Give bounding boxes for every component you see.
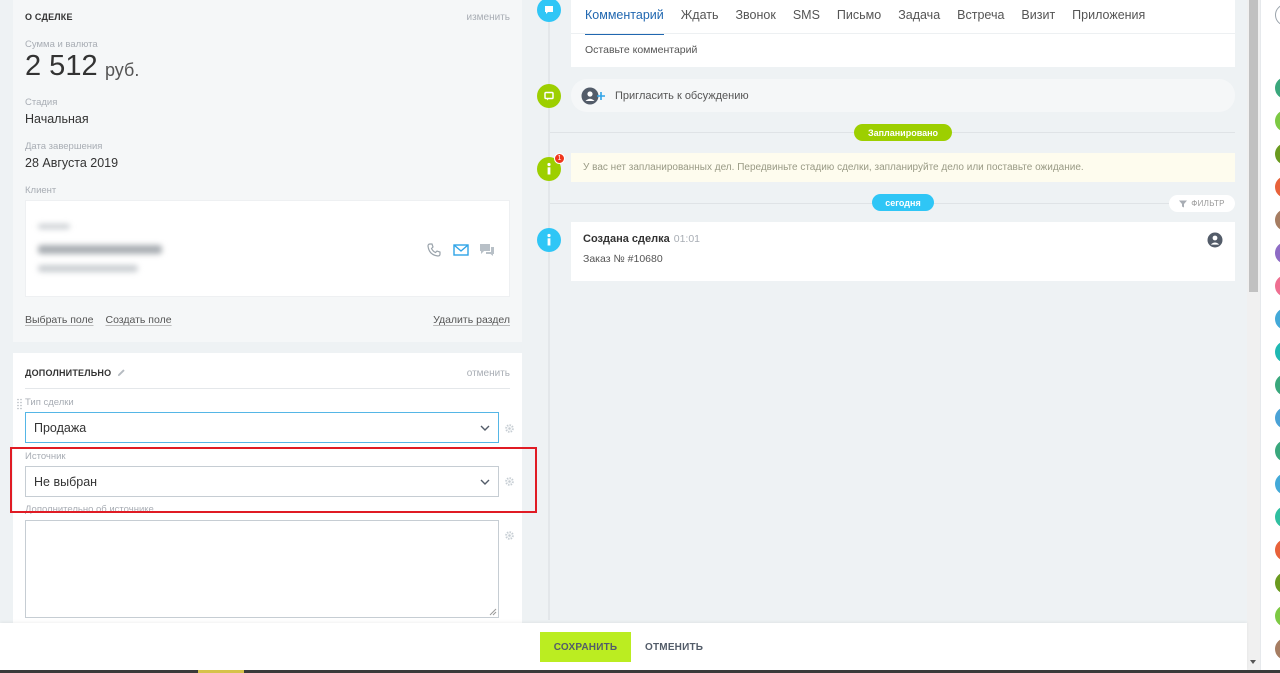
tab-sms[interactable]: SMS <box>793 8 820 35</box>
rail-avatar[interactable] <box>1275 572 1280 594</box>
deal-info-card: О сделке изменить Сумма и валюта 2 512 р… <box>13 0 522 342</box>
rail-avatar[interactable] <box>1275 341 1280 363</box>
phone-icon[interactable] <box>427 243 443 257</box>
tab-wait[interactable]: Ждать <box>681 8 719 35</box>
filter-button[interactable]: ФИЛЬТР <box>1169 195 1235 212</box>
add-user-icon <box>581 87 607 105</box>
event-time: 01:01 <box>673 233 701 245</box>
amount-label: Сумма и валюта <box>25 39 98 50</box>
rail-avatar[interactable] <box>1275 275 1280 297</box>
deal-info-title: О сделке <box>25 12 73 22</box>
deal-section-links: Выбрать поле Создать поле <box>25 314 172 326</box>
stage-label: Стадия <box>25 97 58 108</box>
client-card[interactable] <box>25 200 510 297</box>
deal-type-select[interactable]: Продажа <box>25 412 499 443</box>
tab-meeting[interactable]: Встреча <box>957 8 1004 35</box>
rail-avatar[interactable] <box>1275 638 1280 660</box>
tab-task[interactable]: Задача <box>898 8 940 35</box>
tab-call[interactable]: Звонок <box>736 8 776 35</box>
extra-title-text: Дополнительно <box>25 368 112 378</box>
scrollbar-thumb[interactable] <box>1249 0 1258 292</box>
rail-avatar[interactable] <box>1275 605 1280 627</box>
today-badge: сегодня <box>872 194 934 211</box>
notification-badge: 1 <box>554 153 565 164</box>
save-button[interactable]: СОХРАНИТЬ <box>540 632 631 662</box>
event-title: Создана сделка 01:01 <box>583 233 700 245</box>
rail-search-icon[interactable] <box>1275 4 1280 26</box>
filter-icon <box>1179 200 1188 207</box>
rail-avatar[interactable] <box>1275 209 1280 231</box>
extra-divider <box>25 388 510 389</box>
tab-apps[interactable]: Приложения <box>1072 8 1145 35</box>
timeline-event: Создана сделка 01:01 Заказ № #10680 <box>571 222 1235 281</box>
comment-dot-icon <box>537 0 561 22</box>
comment-input[interactable]: Оставьте комментарий <box>585 44 697 56</box>
deal-type-label: Тип сделки <box>25 397 74 408</box>
invite-label: Пригласить к обсуждению <box>615 89 749 102</box>
rail-avatar[interactable] <box>1275 473 1280 495</box>
cancel-button[interactable]: ОТМЕНИТЬ <box>645 632 703 662</box>
info-dot-icon <box>537 228 561 252</box>
filter-label: ФИЛЬТР <box>1191 199 1225 208</box>
rail-avatar[interactable] <box>1275 77 1280 99</box>
right-user-rail <box>1260 0 1280 673</box>
invite-to-discussion[interactable]: Пригласить к обсуждению <box>571 79 1235 112</box>
extra-title: Дополнительно <box>25 368 126 378</box>
tab-email[interactable]: Письмо <box>837 8 881 35</box>
rail-avatar[interactable] <box>1275 374 1280 396</box>
extra-header: Дополнительно отменить <box>13 353 522 383</box>
source-info-textarea[interactable] <box>25 520 499 618</box>
user-avatar-icon[interactable] <box>1207 232 1223 248</box>
chat-dot-icon <box>537 84 561 108</box>
tab-visit[interactable]: Визит <box>1021 8 1055 35</box>
client-label: Клиент <box>25 185 57 196</box>
client-blurred-name <box>38 245 162 254</box>
rail-avatar[interactable] <box>1275 110 1280 132</box>
client-blurred-email <box>38 265 138 272</box>
gear-icon[interactable] <box>504 423 515 434</box>
create-field-link[interactable]: Создать поле <box>105 314 171 326</box>
rail-avatar[interactable] <box>1275 506 1280 528</box>
event-title-text: Создана сделка <box>583 233 670 245</box>
event-subtitle[interactable]: Заказ № #10680 <box>583 253 663 265</box>
highlight-frame <box>10 447 537 513</box>
delete-section-link[interactable]: Удалить раздел <box>433 314 510 326</box>
select-field-link[interactable]: Выбрать поле <box>25 314 93 326</box>
rail-avatar[interactable] <box>1275 143 1280 165</box>
tab-comment[interactable]: Комментарий <box>585 8 664 35</box>
pencil-icon[interactable] <box>117 368 126 377</box>
extra-cancel-link[interactable]: отменить <box>467 368 510 379</box>
deal-type-value: Продажа <box>34 421 87 435</box>
close-date-value: 28 Августа 2019 <box>25 156 119 170</box>
rail-avatar[interactable] <box>1275 407 1280 429</box>
rail-avatar[interactable] <box>1275 176 1280 198</box>
chat-icon[interactable] <box>479 243 495 257</box>
currency-value: руб. <box>105 60 140 80</box>
deal-edit-link[interactable]: изменить <box>466 12 510 23</box>
activity-tabs: Комментарий Ждать Звонок SMS Письмо Зада… <box>571 0 1235 35</box>
resize-grip-icon[interactable] <box>489 608 497 616</box>
stage-value: Начальная <box>25 112 89 126</box>
deal-info-header: О сделке изменить <box>13 0 522 26</box>
activity-editor: Комментарий Ждать Звонок SMS Письмо Зада… <box>571 0 1235 67</box>
today-divider <box>550 203 1169 204</box>
no-planned-notice: У вас нет запланированных дел. Передвинь… <box>571 153 1235 182</box>
rail-avatar[interactable] <box>1275 440 1280 462</box>
rail-avatar[interactable] <box>1275 539 1280 561</box>
mail-icon[interactable] <box>453 243 469 257</box>
rail-avatar[interactable] <box>1275 308 1280 330</box>
planned-badge: Запланировано <box>854 124 952 141</box>
tabs-divider <box>571 33 1235 34</box>
rail-avatar[interactable] <box>1275 242 1280 264</box>
drag-handle-icon[interactable] <box>17 398 22 410</box>
bottom-action-bar: СОХРАНИТЬ ОТМЕНИТЬ <box>0 623 1247 670</box>
close-date-label: Дата завершения <box>25 141 103 152</box>
client-blurred-caption <box>38 224 70 229</box>
scroll-down-arrow-icon[interactable] <box>1250 660 1256 665</box>
amount-value: 2 512 <box>25 50 98 82</box>
client-contact-icons <box>427 243 495 257</box>
chevron-down-icon <box>480 425 490 431</box>
gear-icon[interactable] <box>504 530 515 541</box>
